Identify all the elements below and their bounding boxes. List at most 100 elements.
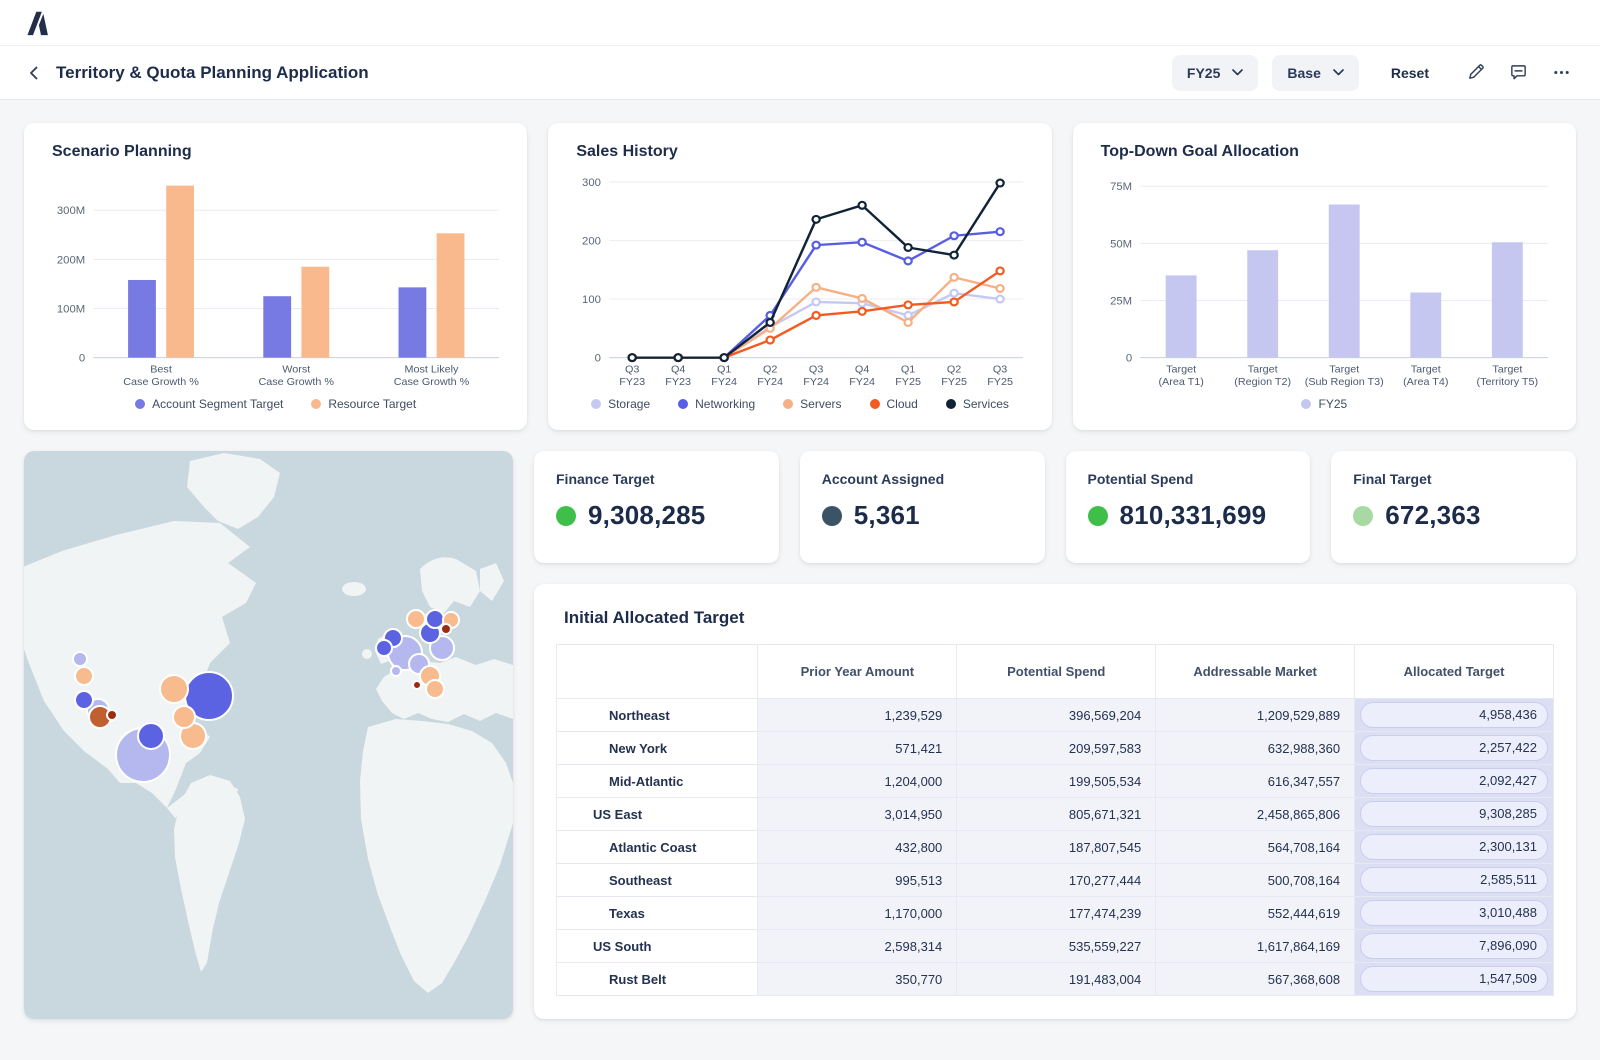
table-row-northeast: Northeast1,239,529396,569,2041,209,529,8… [557,699,1554,732]
kpi-status-dot [1353,506,1373,526]
legend-label: FY25 [1318,397,1347,411]
chart-legend: FY25 [1093,397,1556,411]
legend-label: Account Segment Target [152,397,283,411]
column-header-empty [557,645,758,699]
svg-text:Q2FY24: Q2FY24 [758,364,784,388]
legend-dot [783,399,793,409]
chart-legend: StorageNetworkingServersCloudServices [568,397,1031,411]
allocated-target-input[interactable]: 7,896,090 [1360,933,1548,959]
table-cell: 500,708,164 [1156,864,1355,897]
territory-bubble[interactable] [138,723,164,749]
table-cell: 1,209,529,889 [1156,699,1355,732]
allocated-target-input[interactable]: 2,585,511 [1360,867,1548,893]
sales-history-chart: 0100200300Q3FY23Q4FY23Q1FY24Q2FY24Q3FY24… [568,165,1031,393]
app-header-bar: Territory & Quota Planning Application F… [0,46,1600,100]
legend-label: Resource Target [328,397,416,411]
table-cell: 571,421 [758,732,957,765]
table-cell: 995,513 [758,864,957,897]
territory-bubble[interactable] [160,675,188,703]
table-cell: 396,569,204 [957,699,1156,732]
svg-text:Target(Region T2): Target(Region T2) [1234,364,1291,388]
topdown-goal-allocation-card: Top-Down Goal Allocation 025M50M75MTarge… [1073,123,1576,430]
comment-bubble-icon [1509,63,1528,82]
territory-bubble[interactable] [107,710,117,720]
territory-bubble[interactable] [441,624,451,634]
topdown-goal-allocation-chart: 025M50M75MTarget(Area T1)Target(Region T… [1093,165,1556,393]
allocated-target-input[interactable]: 4,958,436 [1360,702,1548,728]
territory-bubble[interactable] [73,652,87,666]
top-logo-bar [0,0,1600,46]
column-header-addressable-market: Addressable Market [1156,645,1355,699]
table-row-atlantic-coast: Atlantic Coast432,800187,807,545564,708,… [557,831,1554,864]
territory-bubble[interactable] [407,610,425,628]
allocated-target-cell: 2,257,422 [1355,732,1554,765]
allocated-target-input[interactable]: 2,257,422 [1360,735,1548,761]
table-row-texas: Texas1,170,000177,474,239552,444,6193,01… [557,897,1554,930]
table-cell: 170,277,444 [957,864,1156,897]
allocated-target-input[interactable]: 1,547,509 [1360,966,1548,992]
territory-bubble[interactable] [173,706,195,728]
edit-button[interactable] [1461,58,1490,87]
legend-item-resource-target: Resource Target [311,397,416,411]
comment-button[interactable] [1504,58,1533,87]
chevron-down-icon [1333,69,1344,76]
svg-text:Target(Area T1): Target(Area T1) [1158,364,1203,388]
allocated-target-cell: 4,958,436 [1355,699,1554,732]
svg-text:Q3FY23: Q3FY23 [620,364,646,388]
territory-bubble[interactable] [391,666,401,676]
table-cell: 199,505,534 [957,765,1156,798]
svg-text:Most LikelyCase Growth %: Most LikelyCase Growth % [394,364,470,388]
legend-item-networking: Networking [678,397,755,411]
scenario-planning-chart: 0100M200M300MBestCase Growth %WorstCase … [44,165,507,393]
column-header-allocated-target: Allocated Target [1355,645,1554,699]
table-cell: 209,597,583 [957,732,1156,765]
scenario-planning-card: Scenario Planning 0100M200M300MBestCase … [24,123,527,430]
kpi-card-finance-target: Finance Target 9,308,285 [534,451,779,563]
legend-item-fy25: FY25 [1301,397,1347,411]
territory-bubble[interactable] [413,681,421,689]
more-options-button[interactable] [1547,58,1576,87]
dashboard-content: Scenario Planning 0100M200M300MBestCase … [0,100,1600,1042]
anaplan-logo-icon[interactable] [24,10,50,36]
kpi-value: 810,331,699 [1120,500,1267,531]
svg-text:Q3FY25: Q3FY25 [988,364,1014,388]
allocated-target-input[interactable]: 2,092,427 [1360,768,1548,794]
period-selector[interactable]: FY25 [1172,55,1258,91]
svg-text:Target(Sub Region T3): Target(Sub Region T3) [1304,364,1383,388]
kpi-status-dot [556,506,576,526]
chart-title: Sales History [576,143,1031,161]
legend-dot [1301,399,1311,409]
territory-bubble[interactable] [75,691,93,709]
svg-text:Q3FY24: Q3FY24 [804,364,830,388]
svg-text:0: 0 [1125,353,1131,365]
allocated-target-input[interactable]: 3,010,488 [1360,900,1548,926]
kpi-card-potential-spend: Potential Spend810,331,699 [1066,451,1311,563]
territory-bubble[interactable] [426,680,444,698]
svg-text:300M: 300M [57,205,85,217]
allocated-target-cell: 7,896,090 [1355,930,1554,963]
initial-allocated-target-card: Initial Allocated Target Prior Year Amou… [534,584,1576,1019]
back-button[interactable] [24,63,44,83]
allocated-target-cell: 1,547,509 [1355,963,1554,996]
reset-button[interactable]: Reset [1385,64,1435,82]
territory-bubble[interactable] [75,667,93,685]
kpi-card-account-assigned: Account Assigned5,361 [800,451,1045,563]
kpi-label: Finance Target [556,471,757,487]
territory-bubble[interactable] [376,640,392,656]
table-cell: 187,807,545 [957,831,1156,864]
kpi-value: 9,308,285 [588,500,705,531]
chevron-left-icon [26,65,42,81]
table-row-mid-atlantic: Mid-Atlantic1,204,000199,505,534616,347,… [557,765,1554,798]
svg-text:25M: 25M [1110,296,1132,308]
table-row-new-york: New York571,421209,597,583632,988,3602,2… [557,732,1554,765]
kpi-status-dot [1088,506,1108,526]
chart-title: Scenario Planning [52,143,507,161]
allocated-target-cell: 3,010,488 [1355,897,1554,930]
allocated-target-input[interactable]: 2,300,131 [1360,834,1548,860]
version-selector[interactable]: Base [1272,55,1358,91]
allocated-target-input[interactable]: 9,308,285 [1360,801,1548,827]
edit-pencil-icon [1466,63,1485,82]
svg-text:200M: 200M [57,254,85,266]
svg-text:200: 200 [582,236,601,248]
allocated-target-table: Prior Year AmountPotential SpendAddressa… [556,644,1554,996]
